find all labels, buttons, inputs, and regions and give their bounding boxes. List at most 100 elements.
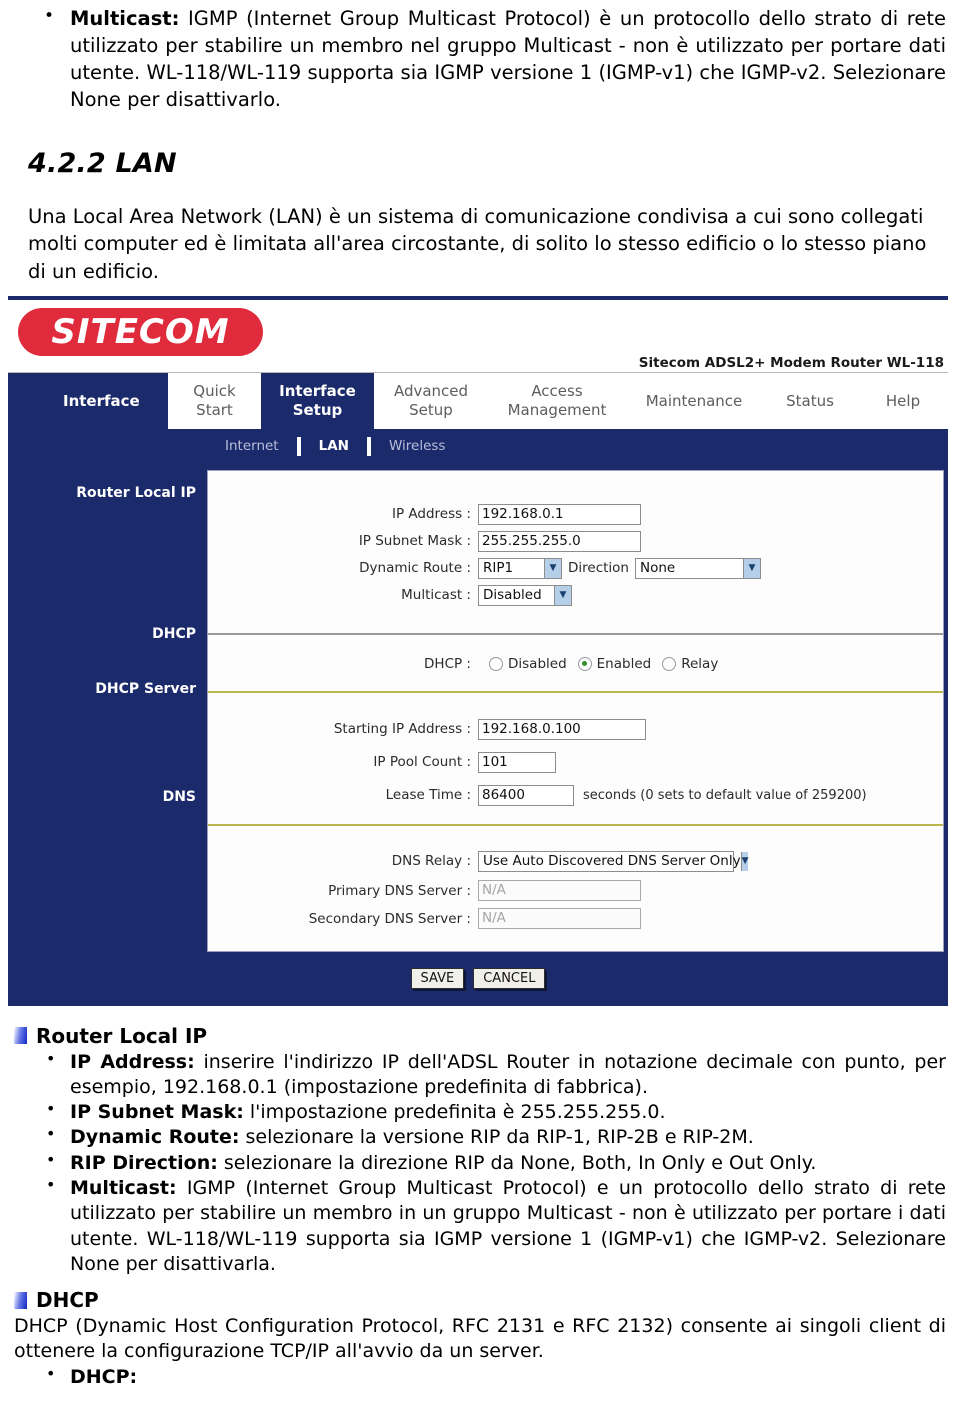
dns-group: DNS Relay : Use Auto Discovered DNS Serv… xyxy=(208,826,943,933)
multicast-value: Disabled xyxy=(483,587,542,604)
multicast-row: Multicast : Disabled ▼ xyxy=(208,582,943,609)
bullet-label: RIP Direction: xyxy=(70,1151,218,1174)
section-label-column: Router Local IP DHCP DHCP Server DNS xyxy=(8,463,207,952)
tab-line1: Access xyxy=(531,382,583,401)
radio-label-disabled: Disabled xyxy=(508,655,567,672)
radio-label-relay: Relay xyxy=(681,655,719,672)
radio-dhcp-relay[interactable] xyxy=(662,656,677,671)
subnet-mask-row: IP Subnet Mask : 255.255.255.0 xyxy=(208,528,943,555)
tab-interface-setup[interactable]: Interface Setup xyxy=(261,372,374,429)
doc-top-section: Multicast: IGMP (Internet Group Multicas… xyxy=(0,0,960,286)
router-header: SITECOM Sitecom ADSL2+ Modem Router WL-1… xyxy=(8,299,948,373)
secondary-dns-input[interactable]: N/A xyxy=(478,908,641,930)
bullet-label: DHCP: xyxy=(70,1365,138,1388)
lease-time-hint: seconds (0 sets to default value of 2592… xyxy=(583,787,867,803)
bullet-text: IGMP (Internet Group Multicast Protocol)… xyxy=(70,7,946,111)
chevron-down-icon: ▼ xyxy=(743,558,760,578)
main-nav-row: Interface Quick Start Interface Setup Ad… xyxy=(8,372,948,429)
chevron-down-icon: ▼ xyxy=(544,558,561,578)
tab-status[interactable]: Status xyxy=(762,373,858,429)
bullet-text: selezionare la versione RIP da RIP-1, RI… xyxy=(239,1126,754,1149)
router-model-name: Sitecom ADSL2+ Modem Router WL-118 xyxy=(638,354,944,371)
subnet-mask-input[interactable]: 255.255.255.0 xyxy=(478,530,641,552)
heading-router-local-ip: Router Local IP xyxy=(14,1024,946,1048)
ip-pool-count-label: IP Pool Count : xyxy=(373,754,471,771)
main-tabs: Quick Start Interface Setup Advanced Set… xyxy=(168,372,948,429)
bullet-label: Dynamic Route: xyxy=(70,1126,240,1149)
bullet-text: l'impostazione predefinita è 255.255.255… xyxy=(243,1101,666,1124)
tab-maintenance[interactable]: Maintenance xyxy=(626,373,762,429)
dhcp-server-group: Starting IP Address : 192.168.0.100 IP P… xyxy=(208,693,943,812)
action-button-bar: SAVE CANCEL xyxy=(8,951,948,1006)
sitecom-logo: SITECOM xyxy=(18,307,263,356)
tab-advanced-setup[interactable]: Advanced Setup xyxy=(374,373,488,429)
primary-dns-row: Primary DNS Server : N/A xyxy=(208,877,943,905)
ip-pool-count-input[interactable]: 101 xyxy=(478,751,556,773)
tab-line1: Status xyxy=(786,391,834,410)
tab-line2: Setup xyxy=(292,400,343,419)
router-local-ip-bullets: IP Address: inserire l'indirizzo IP dell… xyxy=(14,1048,946,1277)
doc-bottom-section: Router Local IP IP Address: inserire l'i… xyxy=(0,1006,960,1390)
secondary-dns-label: Secondary DNS Server : xyxy=(308,910,471,927)
nav-section-label: Interface xyxy=(8,372,168,429)
list-item: DHCP: xyxy=(14,1363,946,1390)
page-title: 4.2.2 LAN xyxy=(28,147,177,179)
header-divider xyxy=(8,371,948,373)
dns-relay-row: DNS Relay : Use Auto Discovered DNS Serv… xyxy=(208,846,943,877)
dynamic-route-select[interactable]: RIP1 ▼ xyxy=(478,557,562,579)
section-label-dhcp: DHCP xyxy=(152,625,196,642)
subnet-mask-label: IP Subnet Mask : xyxy=(358,533,471,550)
radio-dhcp-disabled[interactable] xyxy=(489,656,503,671)
dns-relay-label: DNS Relay : xyxy=(391,853,471,870)
router-admin-screenshot: SITECOM Sitecom ADSL2+ Modem Router WL-1… xyxy=(8,295,948,1006)
ip-address-label: IP Address : xyxy=(391,506,471,523)
section-label-router-local-ip: Router Local IP xyxy=(76,484,196,501)
section-label-dhcp-server: DHCP Server xyxy=(95,680,196,697)
bullet-label: Multicast: xyxy=(70,7,180,30)
bullet-label: IP Subnet Mask: xyxy=(70,1101,244,1124)
dhcp-paragraph: DHCP (Dynamic Host Configuration Protoco… xyxy=(14,1315,946,1363)
dhcp-group: DHCP : Disabled Enabled Relay xyxy=(208,635,943,691)
lease-time-input[interactable]: 86400 xyxy=(478,784,574,806)
subnav-item-lan[interactable]: LAN xyxy=(301,438,367,454)
starting-ip-input[interactable]: 192.168.0.100 xyxy=(478,718,646,740)
list-item: IP Address: inserire l'indirizzo IP dell… xyxy=(14,1048,946,1101)
list-item: RIP Direction: selezionare la direzione … xyxy=(14,1149,946,1176)
dns-relay-select[interactable]: Use Auto Discovered DNS Server Only ▼ xyxy=(478,850,749,872)
square-bullet-icon xyxy=(14,1291,27,1309)
starting-ip-row: Starting IP Address : 192.168.0.100 xyxy=(208,713,943,746)
ip-address-row: IP Address : 192.168.0.1 xyxy=(208,501,943,528)
tab-line1: Advanced xyxy=(393,382,469,401)
primary-dns-input[interactable]: N/A xyxy=(478,880,641,902)
tab-line1: Help xyxy=(885,391,921,410)
dns-relay-value: Use Auto Discovered DNS Server Only xyxy=(483,853,741,870)
radio-dhcp-enabled[interactable] xyxy=(577,656,592,671)
heading-text: Router Local IP xyxy=(36,1023,208,1048)
tab-quick-start[interactable]: Quick Start xyxy=(168,373,261,429)
rip-direction-select[interactable]: None ▼ xyxy=(635,557,761,579)
dhcp-bullets: DHCP: xyxy=(14,1363,946,1390)
sub-nav-row: Internet LAN Wireless xyxy=(8,428,948,464)
save-button[interactable]: SAVE xyxy=(410,968,465,990)
dynamic-route-value: RIP1 xyxy=(483,560,514,577)
bullet-text: inserire l'indirizzo IP dell'ADSL Router… xyxy=(70,1050,946,1098)
multicast-select[interactable]: Disabled ▼ xyxy=(478,584,572,606)
tab-line1: Maintenance xyxy=(645,391,743,410)
tab-line2: Setup xyxy=(409,400,453,419)
tab-access-management[interactable]: Access Management xyxy=(488,373,626,429)
cancel-button[interactable]: CANCEL xyxy=(473,968,546,990)
ip-address-input[interactable]: 192.168.0.1 xyxy=(478,503,641,525)
radio-label-enabled: Enabled xyxy=(596,655,652,672)
tab-help[interactable]: Help xyxy=(858,373,948,429)
starting-ip-label: Starting IP Address : xyxy=(333,721,471,738)
rip-direction-value: None xyxy=(640,560,676,577)
dynamic-route-label: Dynamic Route : xyxy=(359,560,471,577)
subnav-item-internet[interactable]: Internet xyxy=(207,438,297,454)
direction-label: Direction xyxy=(568,560,629,577)
chevron-down-icon: ▼ xyxy=(554,585,571,605)
multicast-label: Multicast : xyxy=(401,587,471,604)
tab-line1: Quick xyxy=(193,382,236,401)
settings-panel: IP Address : 192.168.0.1 IP Subnet Mask … xyxy=(207,469,944,952)
primary-dns-label: Primary DNS Server : xyxy=(328,882,471,899)
subnav-item-wireless[interactable]: Wireless xyxy=(371,438,464,454)
